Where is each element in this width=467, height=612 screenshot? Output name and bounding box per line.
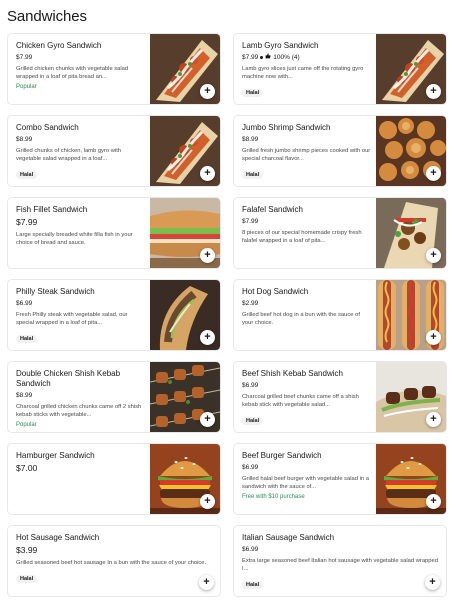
halal-badge: Halal bbox=[242, 89, 264, 97]
menu-item-description: Grilled chicken chunks with vegetable sa… bbox=[16, 66, 129, 80]
menu-item-name: Philly Steak Sandwich bbox=[16, 287, 95, 296]
menu-item-card-italian-sausage-sandwich[interactable]: Italian Sausage Sandwich $6.99 Extra lar… bbox=[233, 525, 447, 597]
add-to-cart-button[interactable]: + bbox=[425, 575, 440, 590]
menu-item-description: Charcoal grilled beef chunks came off a … bbox=[242, 394, 359, 408]
menu-item-card-lamb-gyro-sandwich[interactable]: Lamb Gyro Sandwich $7.99 100% (4) Lamb gy… bbox=[233, 33, 447, 105]
halal-badge: Halal bbox=[242, 171, 264, 179]
menu-item-description: Lamb gyro slices just came off the rotat… bbox=[242, 66, 364, 80]
menu-item-card-combo-sandwich[interactable]: Combo Sandwich $8.99 Grilled chunks of c… bbox=[7, 115, 221, 187]
menu-item-description: Grilled seasoned beef hot sausage In a b… bbox=[16, 560, 207, 566]
rating-text: 100% (4) bbox=[273, 54, 300, 61]
add-to-cart-button[interactable]: + bbox=[426, 248, 441, 263]
add-to-cart-button[interactable]: + bbox=[200, 84, 215, 99]
menu-item-name: Beef Burger Sandwich bbox=[242, 451, 322, 460]
menu-item-info: Falafel Sandwich $7.99 8 pieces of our s… bbox=[242, 205, 372, 264]
menu-item-price: $8.99 bbox=[242, 136, 259, 143]
add-to-cart-button[interactable]: + bbox=[200, 412, 215, 427]
menu-item-name: Italian Sausage Sandwich bbox=[242, 533, 335, 542]
menu-item-card-beef-burger-sandwich[interactable]: Beef Burger Sandwich $6.99 Grilled halal… bbox=[233, 443, 447, 515]
menu-item-name: Jumbo Shrimp Sandwich bbox=[242, 123, 331, 132]
menu-item-card-hamburger-sandwich[interactable]: Hamburger Sandwich $7.00 + bbox=[7, 443, 221, 515]
menu-item-name: Lamb Gyro Sandwich bbox=[242, 41, 319, 50]
menu-item-price: $6.99 bbox=[242, 382, 259, 389]
menu-item-info: Lamb Gyro Sandwich $7.99 100% (4) Lamb gy… bbox=[242, 41, 372, 100]
menu-item-price: $8.99 bbox=[16, 136, 33, 143]
add-to-cart-button[interactable]: + bbox=[200, 330, 215, 345]
section-title: Sandwiches bbox=[7, 8, 87, 25]
halal-badge: Halal bbox=[16, 335, 38, 343]
menu-item-price: $6.99 bbox=[242, 546, 259, 553]
add-to-cart-button[interactable]: + bbox=[200, 166, 215, 181]
add-to-cart-button[interactable]: + bbox=[426, 494, 441, 509]
menu-item-card-chicken-gyro-sandwich[interactable]: Chicken Gyro Sandwich $7.99 Grilled chic… bbox=[7, 33, 221, 105]
menu-item-card-fish-fillet-sandwich[interactable]: Fish Fillet Sandwich $7.99 Large special… bbox=[7, 197, 221, 269]
menu-item-description: Grilled beef hot dog in a bun with the s… bbox=[242, 312, 360, 326]
separator-dot bbox=[260, 56, 264, 59]
menu-item-info: Jumbo Shrimp Sandwich $8.99 Grilled fres… bbox=[242, 123, 372, 182]
menu-item-info: Combo Sandwich $8.99 Grilled chunks of c… bbox=[16, 123, 146, 182]
halal-badge: Halal bbox=[16, 575, 38, 583]
menu-item-name: Hamburger Sandwich bbox=[16, 451, 95, 460]
menu-item-name: Hot Sausage Sandwich bbox=[16, 533, 100, 542]
menu-item-price: $7.00 bbox=[16, 463, 38, 473]
add-to-cart-button[interactable]: + bbox=[426, 330, 441, 345]
add-to-cart-button[interactable]: + bbox=[200, 494, 215, 509]
menu-item-description: Extra large seasoned beef Italian hot sa… bbox=[242, 558, 438, 572]
menu-item-price: $7.99 bbox=[242, 218, 259, 225]
add-to-cart-button[interactable]: + bbox=[200, 248, 215, 263]
menu-item-name: Chicken Gyro Sandwich bbox=[16, 41, 102, 50]
menu-item-description: 8 pieces of our special homemade crispy … bbox=[242, 230, 362, 244]
menu-item-description: Large specially breaded white filla fish… bbox=[16, 232, 133, 246]
menu-item-info: Double Chicken Shish Kebab Sandwich $8.9… bbox=[16, 369, 146, 428]
menu-item-name: Double Chicken Shish Kebab Sandwich bbox=[16, 369, 121, 388]
menu-item-card-hot-dog-sandwich[interactable]: Hot Dog Sandwich $2.99 Grilled beef hot … bbox=[233, 279, 447, 351]
menu-item-description: Grilled halal beef burger with vegetable… bbox=[242, 476, 369, 490]
menu-item-info: Hot Sausage Sandwich $3.99 Grilled seaso… bbox=[16, 533, 212, 592]
add-to-cart-button[interactable]: + bbox=[199, 575, 214, 590]
menu-item-name: Beef Shish Kebab Sandwich bbox=[242, 369, 343, 378]
menu-item-info: Hot Dog Sandwich $2.99 Grilled beef hot … bbox=[242, 287, 372, 346]
menu-item-description: Fresh Philly steak with vegetable salad,… bbox=[16, 312, 128, 326]
menu-item-info: Beef Shish Kebab Sandwich $6.99 Charcoal… bbox=[242, 369, 372, 428]
menu-item-name: Combo Sandwich bbox=[16, 123, 79, 132]
menu-item-card-beef-shish-kebab-sandwich[interactable]: Beef Shish Kebab Sandwich $6.99 Charcoal… bbox=[233, 361, 447, 433]
menu-item-price: $2.99 bbox=[242, 300, 259, 307]
popular-tag: Popular bbox=[16, 422, 37, 428]
halal-badge: Halal bbox=[242, 581, 264, 589]
menu-item-info: Fish Fillet Sandwich $7.99 Large special… bbox=[16, 205, 146, 264]
menu-item-price: $6.99 bbox=[16, 300, 33, 307]
menu-item-card-jumbo-shrimp-sandwich[interactable]: Jumbo Shrimp Sandwich $8.99 Grilled fres… bbox=[233, 115, 447, 187]
add-to-cart-button[interactable]: + bbox=[426, 412, 441, 427]
menu-item-card-hot-sausage-sandwich[interactable]: Hot Sausage Sandwich $3.99 Grilled seaso… bbox=[7, 525, 221, 597]
menu-item-price: $6.99 bbox=[242, 464, 259, 471]
menu-item-card-philly-steak-sandwich[interactable]: Philly Steak Sandwich $6.99 Fresh Philly… bbox=[7, 279, 221, 351]
menu-item-card-falafel-sandwich[interactable]: Falafel Sandwich $7.99 8 pieces of our s… bbox=[233, 197, 447, 269]
thumbs-up-icon bbox=[265, 53, 271, 62]
halal-badge: Halal bbox=[16, 171, 38, 179]
menu-item-info: Philly Steak Sandwich $6.99 Fresh Philly… bbox=[16, 287, 146, 346]
menu-item-price: $3.99 bbox=[16, 545, 38, 555]
menu-item-name: Falafel Sandwich bbox=[242, 205, 303, 214]
add-to-cart-button[interactable]: + bbox=[426, 166, 441, 181]
menu-item-info: Chicken Gyro Sandwich $7.99 Grilled chic… bbox=[16, 41, 146, 100]
menu-item-description: Grilled chunks of chicken, lamb gyro wit… bbox=[16, 148, 122, 162]
halal-badge: Halal bbox=[242, 417, 264, 425]
menu-item-description: Grilled fresh jumbo shrimp pieces cooked… bbox=[242, 148, 371, 162]
menu-item-info: Hamburger Sandwich $7.00 bbox=[16, 451, 146, 510]
menu-item-price: $7.99 bbox=[16, 54, 33, 61]
menu-item-price-value: $7.99 bbox=[242, 54, 259, 61]
menu-item-name: Fish Fillet Sandwich bbox=[16, 205, 88, 214]
menu-grid: Chicken Gyro Sandwich $7.99 Grilled chic… bbox=[7, 33, 447, 597]
menu-item-price: $7.99 100% (4) bbox=[242, 53, 372, 62]
menu-item-price: $8.99 bbox=[16, 392, 33, 399]
menu-item-info: Beef Burger Sandwich $6.99 Grilled halal… bbox=[242, 451, 372, 510]
menu-item-card-double-chicken-shish-kebab-sandwich[interactable]: Double Chicken Shish Kebab Sandwich $8.9… bbox=[7, 361, 221, 433]
menu-item-price: $7.99 bbox=[16, 217, 38, 227]
promo-tag: Free with $10 purchase bbox=[242, 494, 305, 500]
menu-item-name: Hot Dog Sandwich bbox=[242, 287, 309, 296]
add-to-cart-button[interactable]: + bbox=[426, 84, 441, 99]
menu-item-description: Charcoal grilled chicken chunks came off… bbox=[16, 404, 142, 418]
menu-item-info: Italian Sausage Sandwich $6.99 Extra lar… bbox=[242, 533, 438, 592]
popular-tag: Popular bbox=[16, 84, 37, 90]
